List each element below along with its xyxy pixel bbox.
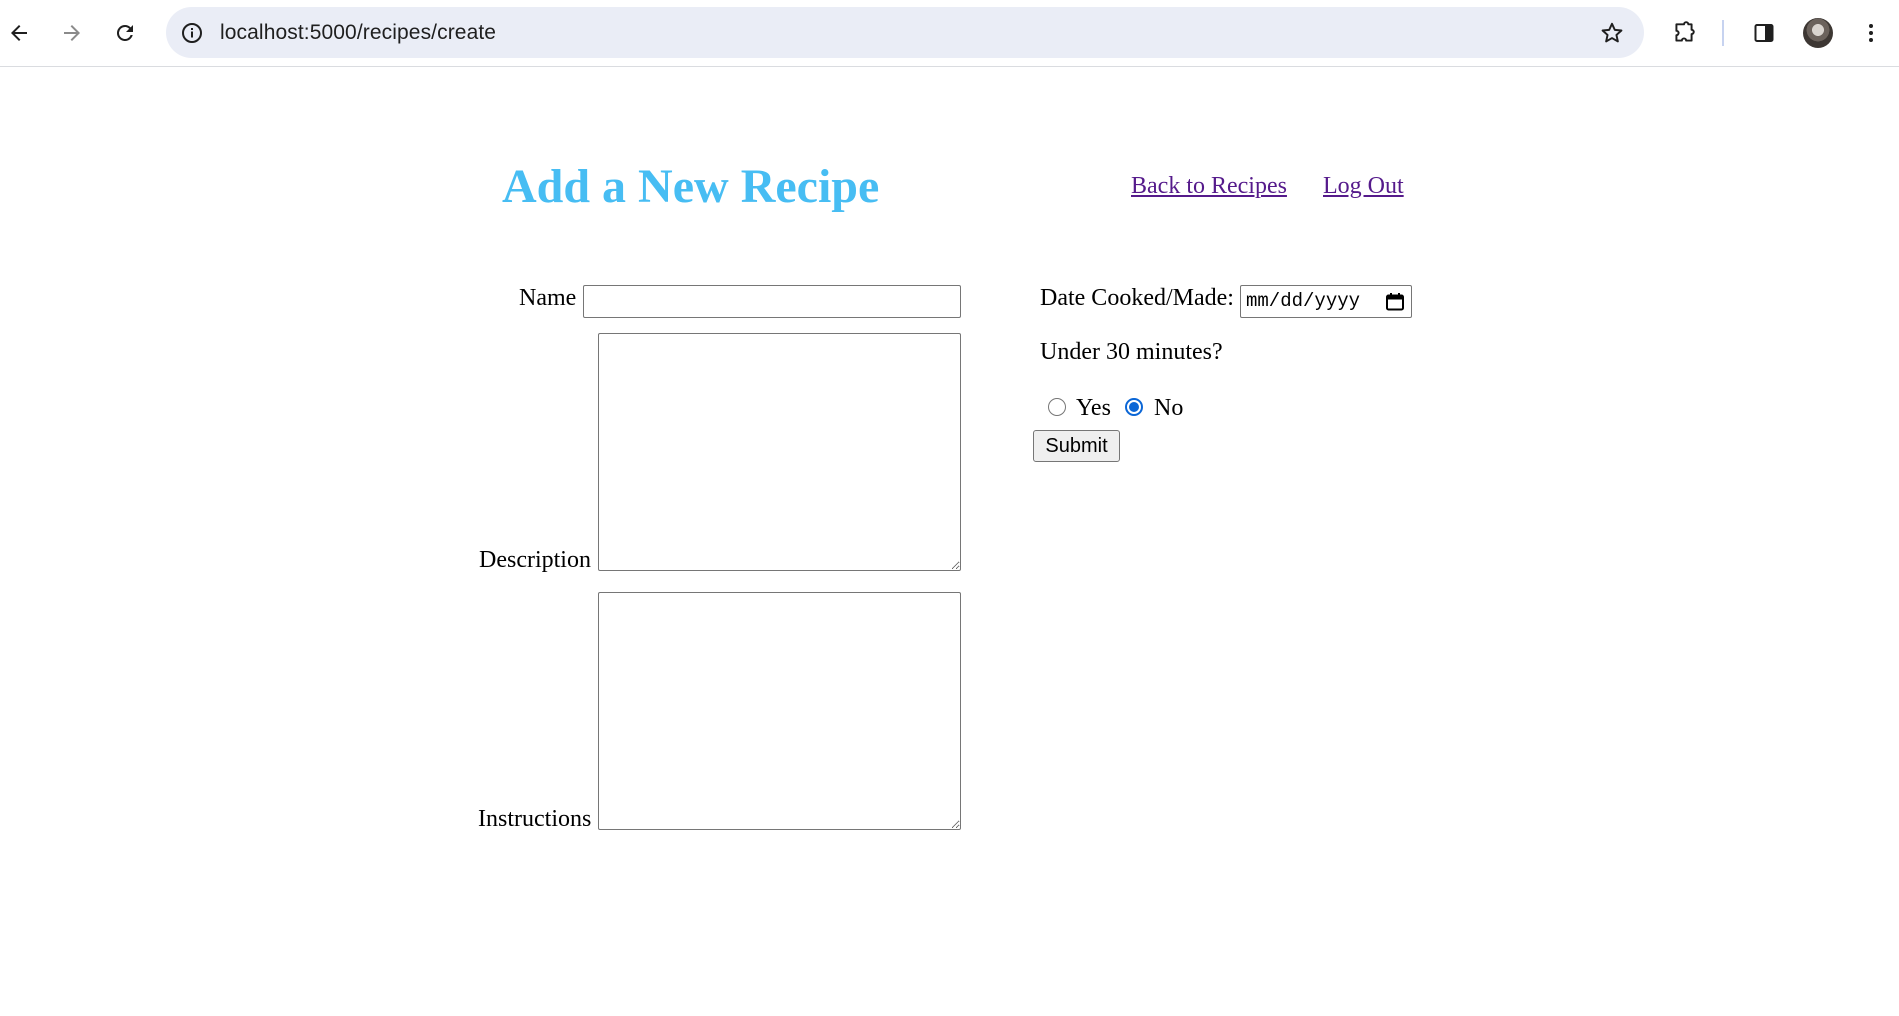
instructions-textarea[interactable]: [598, 592, 961, 830]
under-30-question: Under 30 minutes?: [1040, 339, 1223, 365]
back-button[interactable]: [0, 14, 38, 52]
arrow-right-icon: [64, 25, 80, 41]
puzzle-icon[interactable]: [1665, 14, 1703, 52]
reload-button[interactable]: [106, 14, 144, 52]
radio-no[interactable]: [1125, 398, 1143, 416]
name-input[interactable]: [583, 285, 961, 318]
calendar-icon[interactable]: [1385, 292, 1405, 312]
forward-button[interactable]: [53, 14, 91, 52]
arrow-left-icon: [11, 25, 27, 41]
address-bar[interactable]: localhost:5000/recipes/create: [166, 7, 1644, 58]
radio-no-label[interactable]: No: [1154, 395, 1183, 422]
browser-toolbar: localhost:5000/recipes/create: [0, 0, 1899, 67]
instructions-label: Instructions: [478, 806, 592, 832]
submit-button[interactable]: Submit: [1033, 430, 1120, 462]
info-icon[interactable]: [178, 19, 206, 47]
date-placeholder: mm/dd/yyyy: [1246, 290, 1361, 312]
date-input[interactable]: mm/dd/yyyy: [1240, 285, 1412, 318]
name-label: Name: [519, 285, 577, 311]
url-text[interactable]: localhost:5000/recipes/create: [220, 7, 496, 58]
page-title: Add a New Recipe: [502, 160, 880, 213]
profile-avatar[interactable]: [1803, 18, 1833, 48]
description-label: Description: [479, 547, 591, 573]
kebab-menu-icon[interactable]: [1852, 14, 1890, 52]
radio-yes[interactable]: [1048, 398, 1066, 416]
description-textarea[interactable]: [598, 333, 961, 571]
reload-icon: [116, 24, 133, 41]
toolbar-divider: [1722, 20, 1724, 46]
star-icon[interactable]: [1598, 19, 1626, 47]
back-to-recipes-link[interactable]: Back to Recipes: [1131, 173, 1287, 200]
log-out-link[interactable]: Log Out: [1323, 173, 1404, 200]
radio-yes-label[interactable]: Yes: [1076, 395, 1111, 422]
side-panel-icon[interactable]: [1745, 14, 1783, 52]
page-content: Add a New Recipe Back to Recipes Log Out…: [0, 67, 1899, 1016]
date-label: Date Cooked/Made:: [1040, 285, 1234, 311]
